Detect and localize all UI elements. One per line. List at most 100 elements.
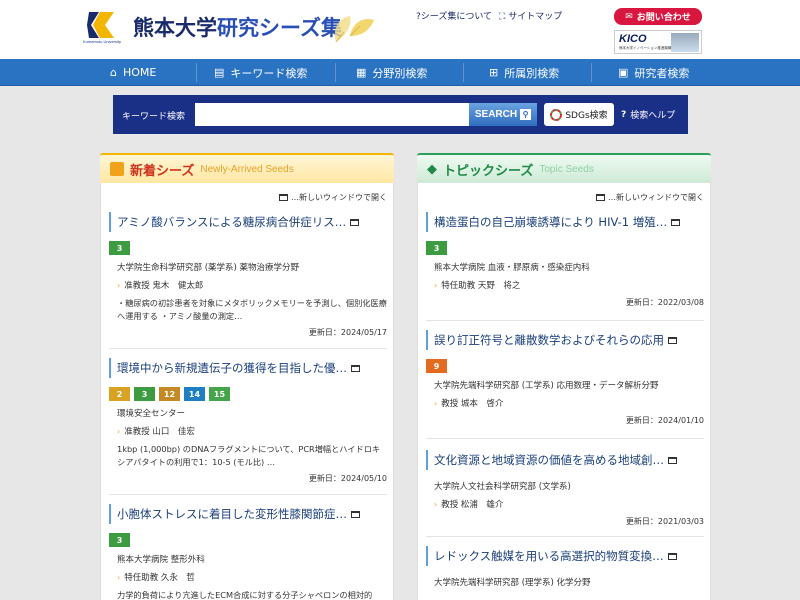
search-icon: ⚲ — [520, 109, 532, 120]
seed-description: 力学的負荷により亢進したECM合成に対する分子シャペロンの相対的 — [117, 590, 373, 600]
sdg-tag[interactable]: 9 — [426, 359, 447, 373]
nav-affiliation-search[interactable]: ⊞ 所属別検索 — [489, 59, 559, 86]
university-logo-icon[interactable] — [87, 12, 115, 38]
sdg-tag[interactable]: 15 — [209, 387, 230, 401]
topic-seeds-header: ◆ トピックシーズ Topic Seeds — [417, 153, 711, 183]
nav-home[interactable]: ⌂ HOME — [110, 59, 156, 86]
topic-seeds-subtitle: Topic Seeds — [539, 163, 594, 175]
new-seeds-subtitle: Newly-Arrived Seeds — [200, 163, 294, 175]
keyword-icon: ▤ — [214, 66, 225, 79]
nav-keyword-label: キーワード検索 — [230, 66, 308, 80]
sitemap-link-label: サイトマップ — [508, 12, 563, 22]
new-seeds-header: 新着シーズ Newly-Arrived Seeds — [100, 153, 394, 183]
topic-title-link[interactable]: 構造蛋白の自己崩壊誘導により HIV-1 増殖… — [426, 212, 704, 232]
sitemap-icon: ⛶ — [499, 12, 506, 22]
sitemap-link[interactable]: ⛶ サイトマップ — [499, 9, 562, 22]
search-input[interactable] — [195, 103, 469, 126]
about-link[interactable]: ?シーズ集について — [416, 9, 492, 22]
seed-title: アミノ酸バランスによる糖尿病合併症リス… — [117, 215, 347, 229]
ginkgo-leaf-icon — [334, 16, 374, 43]
search-help-link[interactable]: ? 検索ヘルプ — [621, 108, 675, 122]
seed-department: 熊本大学病院 整形外科 — [117, 555, 205, 565]
kico-banner[interactable]: KICO 熊本大学イノベーション推進機構 — [614, 30, 702, 54]
sdgs-label: SDGs検索 — [565, 111, 608, 121]
new-window-icon — [668, 336, 677, 344]
nav-home-label: HOME — [122, 66, 157, 79]
arrow-icon: › — [117, 426, 121, 436]
topic-title: レドックス触媒を用いる高選択的物質変換… — [434, 549, 664, 563]
seed-item: 小胞体ストレスに着目した変形性膝関節症… 3 熊本大学病院 整形外科 › 特任助教… — [109, 504, 387, 600]
seed-description: 1kbp (1,000bp) のDNAフラグメントについて、PCR増幅とハイドロ… — [117, 444, 381, 467]
seed-researcher: › 准教授 鬼木 健太郎 — [109, 279, 387, 292]
sdg-tag[interactable]: 2 — [109, 387, 130, 401]
topic-researcher-name: 教授 松浦 雄介 — [441, 500, 504, 510]
new-window-icon — [351, 364, 360, 372]
item-divider — [426, 438, 704, 439]
nav-field-search[interactable]: ▦ 分野別検索 — [356, 59, 427, 86]
nav-researcher-label: 研究者検索 — [634, 66, 690, 80]
topic-updated-date: 更新日：2022/03/08 — [625, 298, 704, 307]
arrow-icon: › — [434, 499, 438, 509]
site-title-university: 熊本大学 — [133, 16, 217, 40]
new-seeds-panel: 新着シーズ Newly-Arrived Seeds …新しいウィンドウで開く ア… — [100, 153, 394, 600]
sdg-tags: 3 — [109, 241, 387, 255]
new-seeds-icon — [110, 162, 124, 176]
sdg-tags: 3 — [426, 241, 704, 255]
topic-title-link[interactable]: 文化資源と地域資源の価値を高める地域創… — [426, 450, 704, 470]
nav-field-label: 分野別検索 — [372, 66, 428, 80]
topic-seeds-panel: ◆ トピックシーズ Topic Seeds …新しいウィンドウで開く 構造蛋白の… — [417, 153, 711, 600]
grid-icon: ▦ — [356, 66, 367, 79]
new-window-icon — [671, 218, 681, 226]
topic-item: 構造蛋白の自己崩壊誘導により HIV-1 増殖… 3 熊本大学病院 血液・膠原病… — [426, 212, 704, 308]
seed-department: 大学院生命科学研究部 (薬学系) 薬物治療学分野 — [117, 263, 300, 273]
site-title[interactable]: 熊本大学研究シーズ集 — [133, 12, 342, 42]
new-window-icon — [596, 194, 605, 201]
contact-button[interactable]: ✉ お問い合わせ — [614, 8, 702, 25]
new-window-icon — [668, 456, 677, 464]
new-window-icon — [279, 194, 288, 201]
topic-department: 熊本大学病院 血液・膠原病・感染症内科 — [434, 263, 590, 273]
keyword-search-bar: キーワード検索 SEARCH ⚲ SDGs検索 ? 検索ヘルプ — [113, 95, 688, 134]
arrow-icon: › — [117, 280, 121, 290]
sdgs-search-button[interactable]: SDGs検索 — [544, 103, 614, 126]
topic-researcher: › 教授 城本 啓介 — [426, 397, 704, 410]
building-image — [671, 33, 699, 52]
kico-logo-text: KICO — [619, 33, 647, 45]
site-title-seeds: 研究シーズ集 — [217, 16, 342, 40]
seed-title-link[interactable]: 小胞体ストレスに着目した変形性膝関節症… — [109, 504, 387, 524]
seed-title-link[interactable]: アミノ酸バランスによる糖尿病合併症リス… — [109, 212, 387, 232]
arrow-icon: › — [434, 280, 438, 290]
university-en-name: Kumamoto University — [83, 39, 122, 44]
sdg-tag[interactable]: 3 — [109, 533, 130, 547]
search-button[interactable]: SEARCH ⚲ — [469, 103, 537, 126]
researcher-icon: ▣ — [618, 66, 629, 79]
home-icon: ⌂ — [110, 66, 117, 79]
topic-title-link[interactable]: 誤り訂正符号と離散数学およびそれらの応用 — [426, 330, 704, 350]
item-divider — [426, 536, 704, 537]
seed-researcher: › 特任助教 久永 哲 — [109, 571, 387, 584]
nav-keyword-search[interactable]: ▤ キーワード検索 — [214, 59, 307, 86]
search-button-label: SEARCH — [474, 109, 518, 120]
sdg-tag[interactable]: 3 — [109, 241, 130, 255]
item-divider — [426, 320, 704, 321]
sdg-tag[interactable]: 3 — [426, 241, 447, 255]
contact-label: お問い合わせ — [636, 13, 691, 23]
sdg-tag[interactable]: 12 — [159, 387, 180, 401]
help-icon: ? — [621, 109, 627, 120]
topic-department: 大学院先端科学研究部 (理学系) 化学分野 — [434, 578, 591, 588]
topic-researcher-name: 教授 城本 啓介 — [441, 399, 504, 409]
arrow-icon: › — [434, 398, 438, 408]
sdg-tag[interactable]: 3 — [134, 387, 155, 401]
new-window-text: …新しいウィンドウで開く — [608, 193, 704, 202]
nav-researcher-search[interactable]: ▣ 研究者検索 — [618, 59, 689, 86]
kico-subtitle: 熊本大学イノベーション推進機構 — [619, 46, 672, 50]
topic-researcher: › 特任助教 天野 将之 — [426, 279, 704, 292]
sdg-tag[interactable]: 14 — [184, 387, 205, 401]
seed-title-link[interactable]: 環境中から新規遺伝子の獲得を目指した優… — [109, 358, 387, 378]
seed-researcher-name: 特任助教 久永 哲 — [124, 573, 195, 583]
nav-divider — [196, 63, 197, 82]
topic-title: 構造蛋白の自己崩壊誘導により HIV-1 増殖… — [434, 215, 668, 229]
topic-title-link[interactable]: レドックス触媒を用いる高選択的物質変換… — [426, 546, 704, 566]
new-seeds-title: 新着シーズ — [130, 163, 195, 179]
topic-title: 文化資源と地域資源の価値を高める地域創… — [434, 453, 664, 467]
